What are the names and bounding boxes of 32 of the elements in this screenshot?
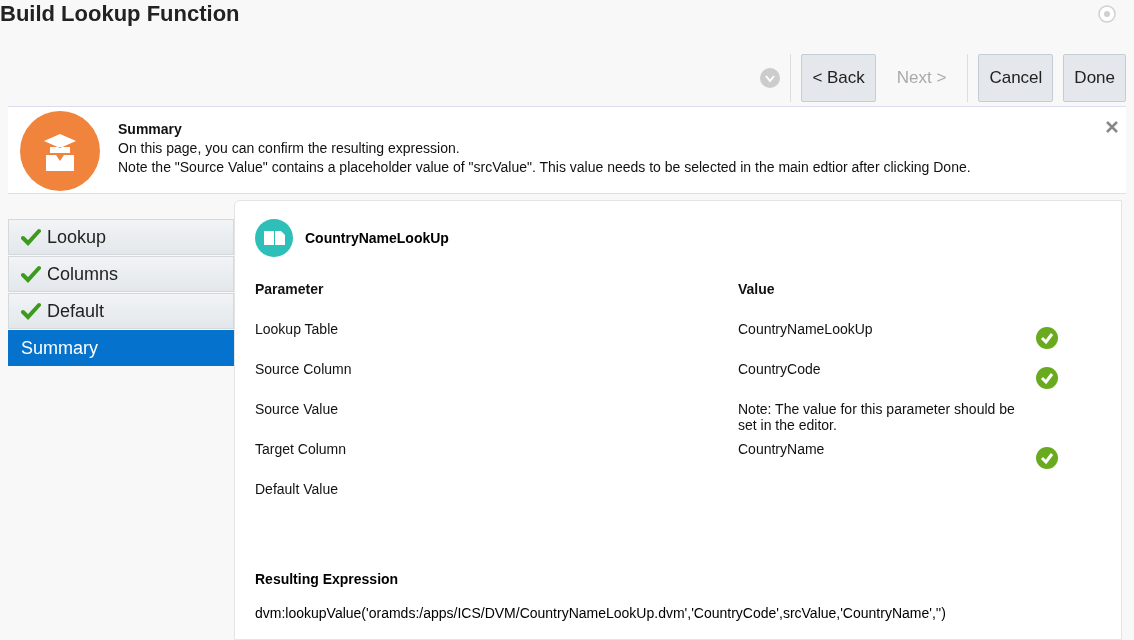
expression-label: Resulting Expression (255, 571, 400, 587)
step-tab[interactable]: Default (8, 293, 234, 329)
document-icon (255, 219, 293, 257)
banner-text: Note the "Source Value" contains a placeholder value of "srcValue". This value needs to be selected in the main edtior after clicking Done. (118, 159, 971, 175)
download-icon[interactable] (760, 68, 781, 88)
column-header: Value (738, 281, 776, 299)
parameter-cell-text: Lookup Table (255, 321, 340, 339)
checkmark-icon (21, 228, 41, 246)
nav-button[interactable]: < Back (801, 54, 876, 102)
checkmark-icon (21, 302, 41, 320)
parameter-cell-text: Source Value (255, 401, 339, 419)
banner-heading: Summary (118, 121, 183, 137)
expression-text: dvm:lookupValue('oramds:/apps/ICS/DVM/CountryNameLookUp.dvm','CountryCode',srcValue,'CountryName','') (255, 605, 947, 621)
value-cell-text: CountryNameLookUp (738, 321, 874, 337)
parameter-cell-text: Source Column (255, 361, 353, 379)
action-button[interactable]: Done (1063, 54, 1126, 102)
graduate-icon (20, 111, 100, 191)
value-cell-text: CountryCode (738, 361, 822, 377)
step-tab[interactable]: Lookup (8, 219, 234, 255)
parameter-cell-text: Target Column (255, 441, 348, 459)
value-cell-text: CountryName (738, 441, 826, 457)
lookup-name: CountryNameLookUp (305, 230, 449, 246)
banner-text: On this page, you can confirm the resulting expression. (118, 140, 461, 156)
value-cell: Note: The value for this parameter should be set in the editor. (738, 401, 1016, 433)
column-header: Parameter (255, 281, 325, 299)
close-icon[interactable] (1106, 121, 1118, 133)
step-tab[interactable]: Columns (8, 256, 234, 292)
action-button[interactable]: Cancel (978, 54, 1054, 102)
checkmark-icon (21, 265, 41, 283)
step-tab[interactable]: Summary (8, 330, 234, 366)
parameter-cell-text: Default Value (255, 481, 339, 499)
page-title: Build Lookup Function (0, 0, 240, 28)
